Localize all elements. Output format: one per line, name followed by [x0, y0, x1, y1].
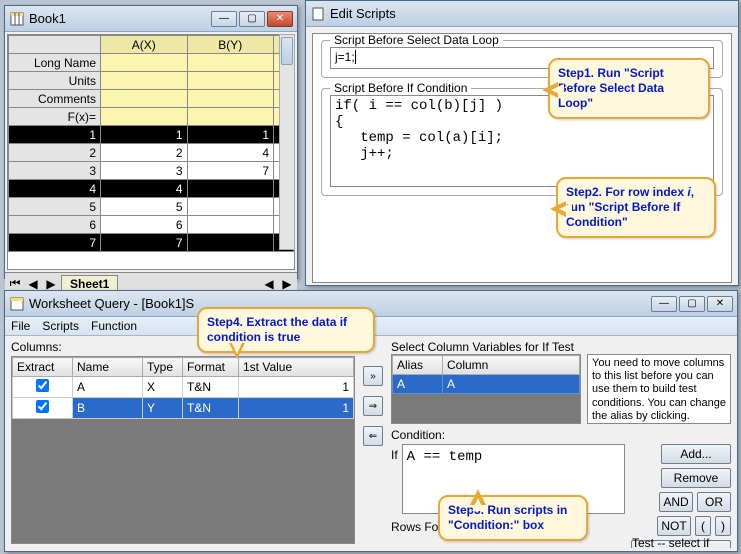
select-vars-label: Select Column Variables for If Test [391, 340, 731, 354]
worksheet-window: Book1 — ▢ ✕ A(X) B(Y) Long Name Units Co… [4, 5, 298, 279]
minimize-button[interactable]: — [651, 296, 677, 312]
lparen-button[interactable]: ( [695, 516, 711, 536]
row-units[interactable]: Units [9, 72, 101, 90]
remove-button[interactable]: Remove [661, 468, 731, 488]
callout-step1: Step1. Run "Script Before Select Data Lo… [548, 58, 710, 119]
tab-next-icon[interactable]: ▶ [43, 277, 59, 291]
menu-scripts[interactable]: Scripts [42, 319, 79, 333]
alias-header[interactable]: Alias [393, 356, 443, 375]
alias-grid[interactable]: Alias Column A A [391, 354, 581, 424]
row-longname[interactable]: Long Name [9, 54, 101, 72]
column-header-b[interactable]: B(Y) [187, 36, 274, 54]
vertical-scrollbar[interactable] [279, 34, 295, 250]
worksheet-grid[interactable]: A(X) B(Y) Long Name Units Comments F(x)=… [7, 34, 295, 270]
menu-function[interactable]: Function [91, 319, 137, 333]
table-row[interactable]: AXT&N1 [13, 377, 354, 398]
callout-step4: Step4. Extract the data if condition is … [197, 307, 375, 353]
minimize-button[interactable]: — [211, 11, 237, 27]
maximize-button[interactable]: ▢ [679, 296, 705, 312]
callout-step3: Step3. Run scripts in "Condition:" box [438, 495, 588, 541]
extract-checkbox[interactable] [36, 379, 49, 392]
col-first[interactable]: 1st Value [239, 358, 354, 377]
menu-file[interactable]: File [11, 319, 30, 333]
test-button[interactable]: Test -- select if true [631, 540, 731, 548]
move-all-right-button[interactable]: » [363, 366, 383, 386]
table-row[interactable]: 224 [9, 144, 294, 162]
query-icon [9, 296, 25, 312]
table-row[interactable]: 66 [9, 216, 294, 234]
if-label: If [391, 444, 398, 514]
or-button[interactable]: OR [697, 492, 731, 512]
close-button[interactable]: ✕ [267, 11, 293, 27]
table-row[interactable]: 77 [9, 234, 294, 252]
titlebar[interactable]: Book1 — ▢ ✕ [5, 6, 297, 32]
hscroll-left-icon[interactable]: ◀ [261, 277, 277, 291]
move-right-button[interactable]: ⇒ [363, 396, 383, 416]
move-left-button[interactable]: ⇐ [363, 426, 383, 446]
columns-grid[interactable]: Extract Name Type Format 1st Value AXT&N… [11, 356, 355, 544]
row-fx[interactable]: F(x)= [9, 108, 101, 126]
and-button[interactable]: AND [659, 492, 693, 512]
titlebar[interactable]: Edit Scripts [306, 1, 738, 27]
table-row[interactable]: 44 [9, 180, 294, 198]
not-button[interactable]: NOT [657, 516, 691, 536]
table-row[interactable]: 337 [9, 162, 294, 180]
worksheet-icon [9, 11, 25, 27]
tab-first-icon[interactable]: ⏮ [7, 276, 23, 291]
script-icon [310, 6, 326, 22]
col-extract[interactable]: Extract [13, 358, 73, 377]
rparen-button[interactable]: ) [715, 516, 731, 536]
add-button[interactable]: Add... [661, 444, 731, 464]
column-header[interactable]: Column [443, 356, 580, 375]
group-label: Script Before Select Data Loop [330, 33, 503, 47]
maximize-button[interactable]: ▢ [239, 11, 265, 27]
close-button[interactable]: ✕ [707, 296, 733, 312]
condition-label: Condition: [391, 428, 731, 442]
callout-step2: Step2. For row index i, run "Script Befo… [556, 177, 716, 238]
column-header-a[interactable]: A(X) [101, 36, 188, 54]
hscroll-right-icon[interactable]: ▶ [279, 277, 295, 291]
table-row[interactable]: 55 [9, 198, 294, 216]
alias-row[interactable]: A A [393, 375, 580, 394]
col-name[interactable]: Name [73, 358, 143, 377]
row-comments[interactable]: Comments [9, 90, 101, 108]
extract-checkbox[interactable] [36, 400, 49, 413]
window-title: Book1 [29, 11, 211, 26]
tab-prev-icon[interactable]: ◀ [25, 277, 41, 291]
hint-text: You need to move columns to this list be… [587, 354, 731, 424]
col-type[interactable]: Type [143, 358, 183, 377]
group-label: Script Before If Condition [330, 81, 471, 95]
table-row[interactable]: 111 [9, 126, 294, 144]
transfer-buttons: » ⇒ ⇐ [361, 336, 385, 548]
table-row[interactable]: BYT&N1 [13, 398, 354, 419]
edit-scripts-window: Edit Scripts Script Before Select Data L… [305, 0, 739, 286]
window-title: Edit Scripts [330, 6, 734, 21]
